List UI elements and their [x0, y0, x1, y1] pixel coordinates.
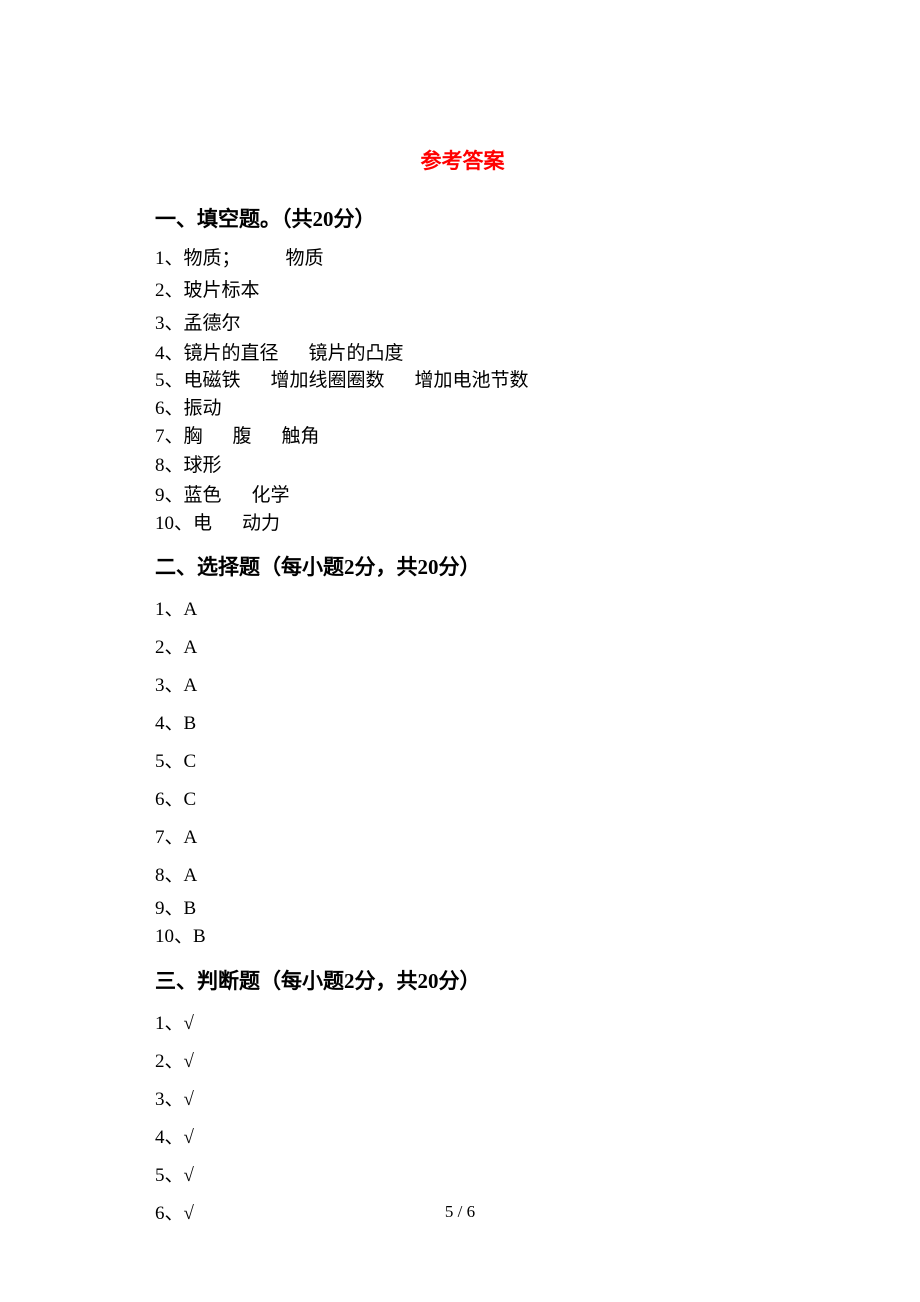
section-3-header: 三、判断题（每小题2分，共20分） [155, 965, 770, 995]
section-2-header: 二、选择题（每小题2分，共20分） [155, 551, 770, 581]
answer-3-5: 5、√ [155, 1157, 770, 1195]
answer-1-4-part2: 镜片的凸度 [309, 343, 404, 364]
answer-1-5-part3: 增加电池节数 [415, 370, 529, 391]
answer-2-1: 1、A [155, 591, 770, 629]
answer-1-7: 7、胸 腹 触角 [155, 423, 770, 451]
answer-2-2: 2、A [155, 629, 770, 667]
answer-1-9-part2: 化学 [252, 485, 290, 506]
answer-2-3: 3、A [155, 667, 770, 705]
answer-1-5-part1: 5、电磁铁 [155, 370, 241, 391]
answer-1-1-part1: 1、物质； [155, 248, 241, 269]
answer-1-5-part2: 增加线圈圈数 [271, 370, 385, 391]
answer-1-4: 4、镜片的直径 镜片的凸度 [155, 340, 770, 368]
answer-1-3: 3、孟德尔 [155, 308, 770, 340]
answer-1-5: 5、电磁铁 增加线圈圈数 增加电池节数 [155, 367, 770, 395]
answer-1-1-part2: 物质 [286, 248, 324, 269]
answer-3-1: 1、√ [155, 1005, 770, 1043]
answer-1-2: 2、玻片标本 [155, 275, 770, 307]
page-title: 参考答案 [155, 145, 770, 175]
page-number: 5 / 6 [0, 1202, 920, 1222]
answer-1-7-part2: 腹 [233, 426, 252, 447]
answer-2-6: 6、C [155, 781, 770, 819]
answer-1-10-part1: 10、电 [155, 513, 212, 534]
answer-1-10-part2: 动力 [242, 513, 280, 534]
answer-2-8: 8、A [155, 857, 770, 895]
answer-1-6: 6、振动 [155, 395, 770, 423]
answer-1-7-part1: 7、胸 [155, 426, 203, 447]
answer-1-9-part1: 9、蓝色 [155, 485, 222, 506]
answer-1-10: 10、电 动力 [155, 510, 770, 538]
answer-1-9: 9、蓝色 化学 [155, 482, 770, 510]
answer-3-4: 4、√ [155, 1119, 770, 1157]
answer-1-8: 8、球形 [155, 450, 770, 482]
answer-2-5: 5、C [155, 743, 770, 781]
answer-2-9: 9、B [155, 895, 770, 923]
answer-2-4: 4、B [155, 705, 770, 743]
answer-1-1: 1、物质； 物质 [155, 243, 770, 275]
answer-2-7: 7、A [155, 819, 770, 857]
answer-1-7-part3: 触角 [282, 426, 320, 447]
answer-3-2: 2、√ [155, 1043, 770, 1081]
answer-1-4-part1: 4、镜片的直径 [155, 343, 279, 364]
section-1-header: 一、填空题。（共20分） [155, 203, 770, 233]
answer-3-3: 3、√ [155, 1081, 770, 1119]
answer-2-10: 10、B [155, 923, 770, 951]
